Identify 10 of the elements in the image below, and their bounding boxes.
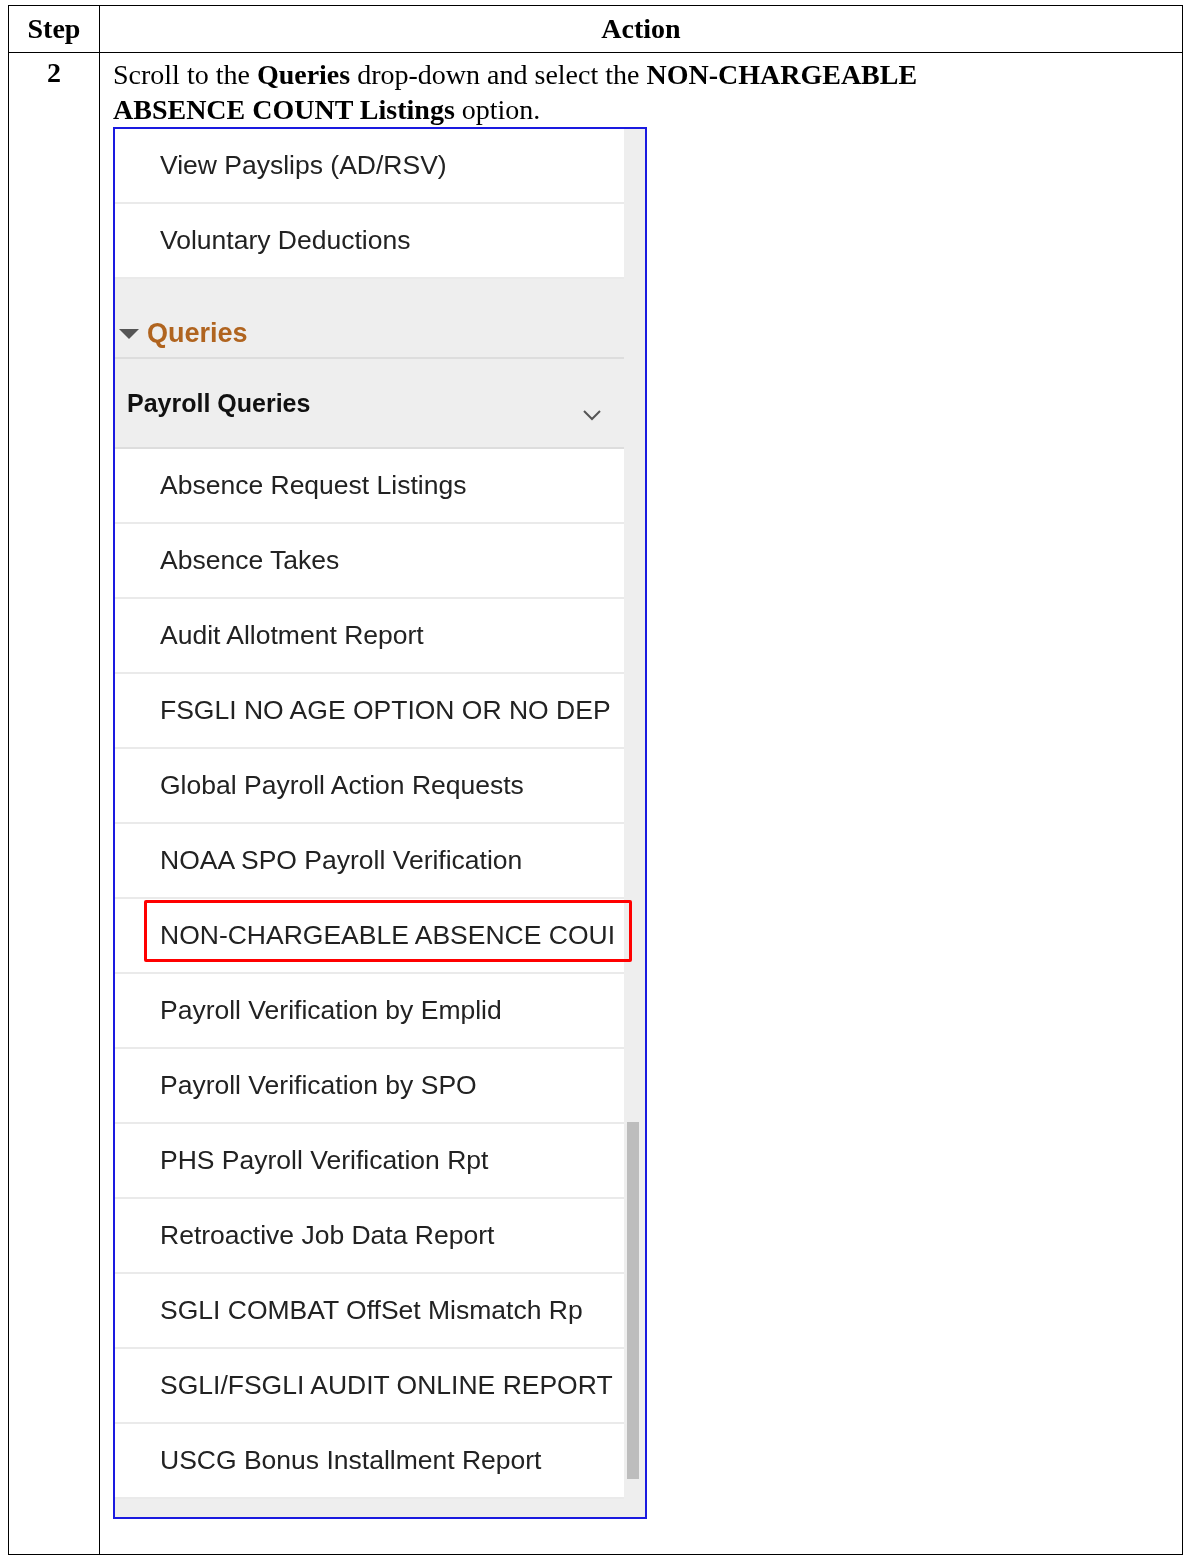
step-number: 2: [8, 52, 100, 1555]
section-title[interactable]: Queries: [147, 318, 248, 349]
column-header: Step: [8, 5, 100, 53]
menu-item[interactable]: Absence Takes: [160, 545, 340, 576]
instruction-text: Scroll to the Queries drop-down and select the NON-CHARGEABLE ABSENCE COUNT Listings option.: [113, 58, 919, 127]
column-header: Action: [99, 5, 1183, 53]
chevron-down-icon[interactable]: [582, 409, 602, 421]
menu-item[interactable]: Voluntary Deductions: [115, 204, 624, 279]
menu-item[interactable]: View Payslips (AD/RSV): [115, 129, 624, 204]
group-title[interactable]: Payroll Queries: [127, 388, 311, 418]
